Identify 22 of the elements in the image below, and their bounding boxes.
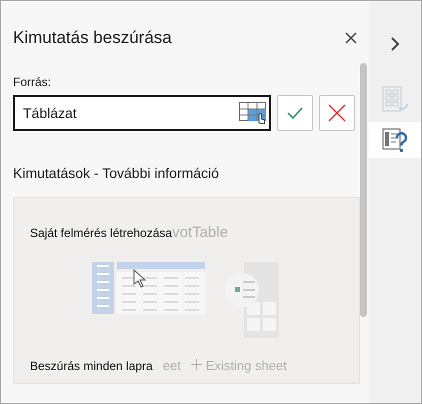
chevron-right-icon bbox=[390, 36, 400, 52]
check-icon bbox=[287, 107, 303, 119]
confirm-button[interactable] bbox=[277, 95, 313, 131]
info-link[interactable]: Kimutatások - További információ bbox=[13, 165, 369, 185]
faded-title: votTable bbox=[172, 224, 228, 241]
card-title: Saját felmérés létrehozása bbox=[30, 226, 172, 240]
source-label: Forrás: bbox=[13, 75, 52, 91]
side-tab[interactable] bbox=[369, 122, 421, 158]
close-button[interactable] bbox=[343, 30, 359, 46]
range-select-icon[interactable] bbox=[239, 102, 267, 124]
help-report-icon bbox=[382, 127, 408, 153]
cancel-button[interactable] bbox=[319, 95, 355, 131]
scrollbar[interactable] bbox=[360, 63, 367, 317]
plus-icon bbox=[190, 359, 202, 370]
close-icon bbox=[328, 104, 346, 122]
faded-option: Existing sheet bbox=[190, 358, 287, 373]
faded-option: eet bbox=[162, 358, 181, 373]
card-footer: Beszúrás minden lapra bbox=[30, 358, 153, 372]
fields-list-icon bbox=[382, 86, 408, 114]
pane-title: Kimutatás beszúrása bbox=[13, 28, 172, 48]
close-icon bbox=[345, 32, 357, 44]
source-field[interactable]: Táblázat bbox=[13, 95, 271, 131]
